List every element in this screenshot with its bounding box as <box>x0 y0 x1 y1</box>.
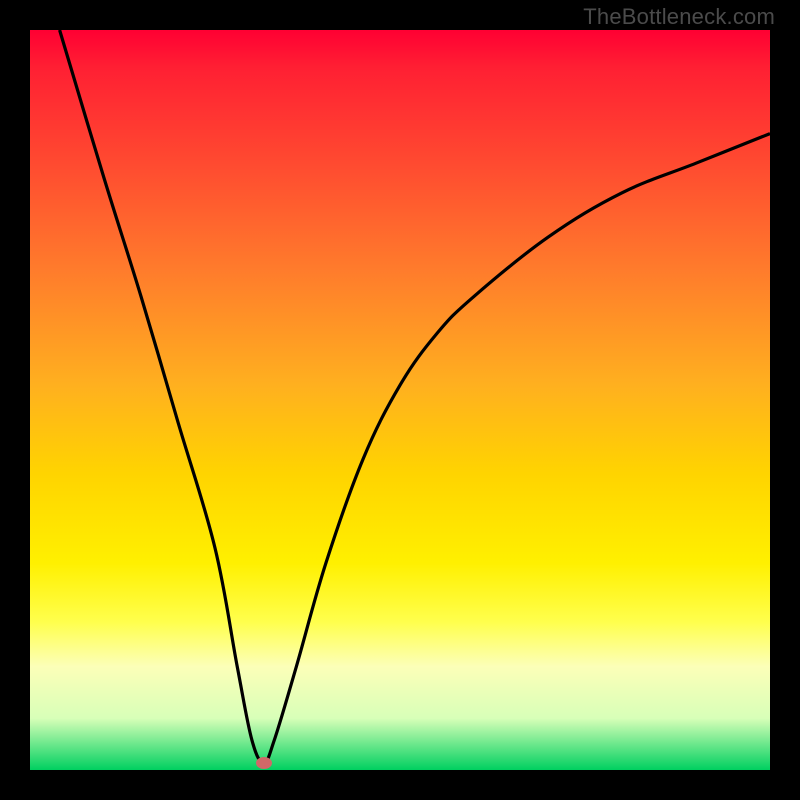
watermark-text: TheBottleneck.com <box>583 4 775 30</box>
optimal-point-marker <box>256 757 272 769</box>
bottleneck-curve <box>30 30 770 770</box>
chart-frame: TheBottleneck.com <box>0 0 800 800</box>
plot-area <box>30 30 770 770</box>
